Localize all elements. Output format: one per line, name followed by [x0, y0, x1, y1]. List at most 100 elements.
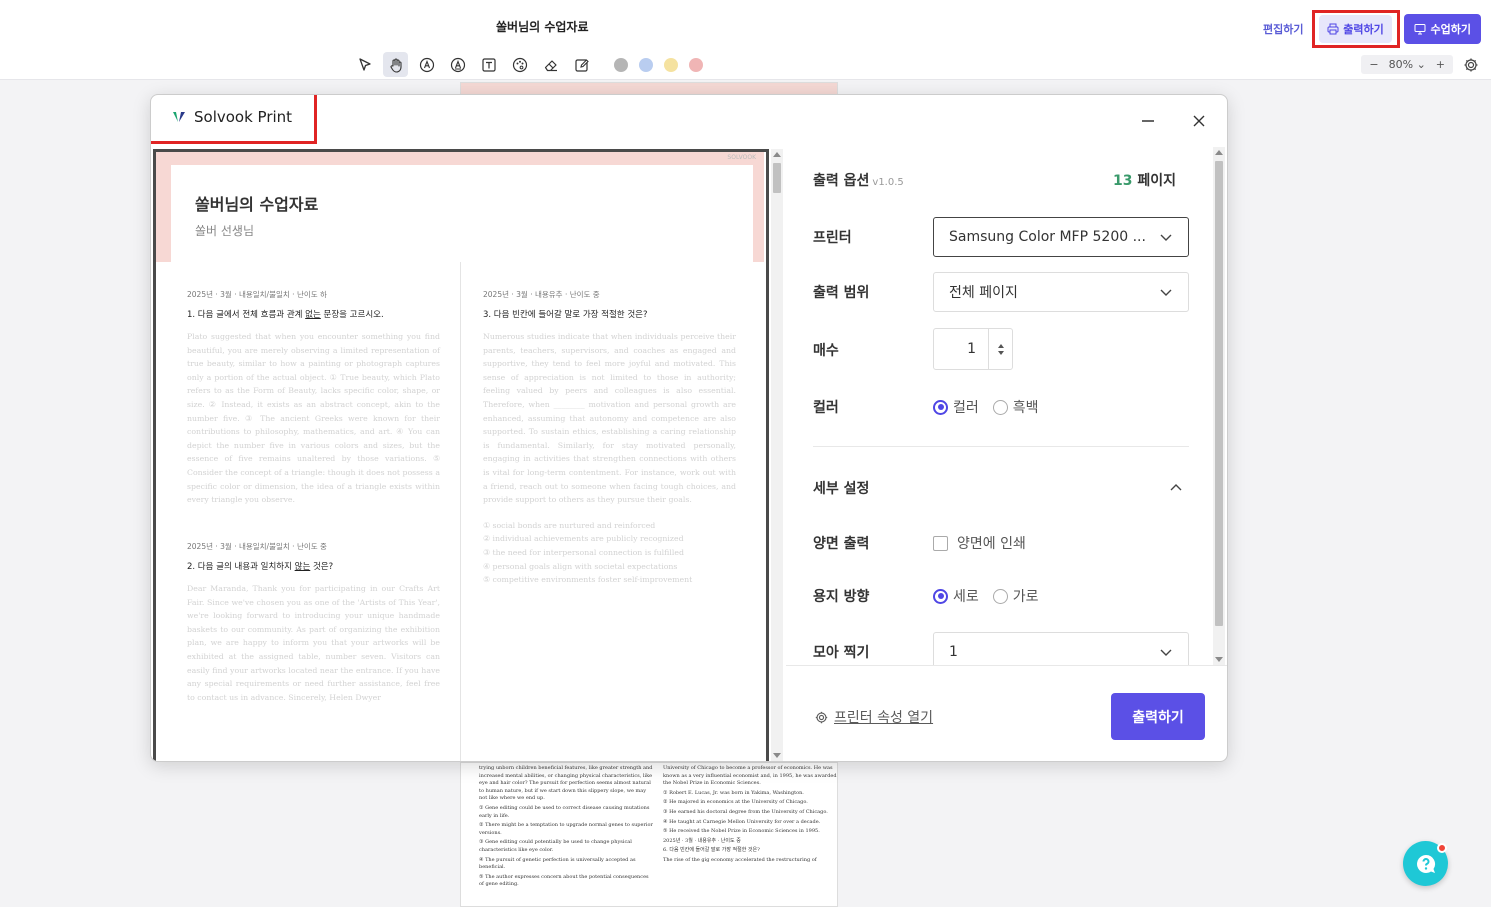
color-option-color[interactable]: 컬러 — [933, 397, 979, 417]
preview-scrollbar[interactable] — [771, 149, 783, 761]
class-button[interactable]: 수업하기 — [1403, 14, 1481, 44]
question-body: Plato suggested that when you encounter … — [187, 332, 440, 505]
version-label: v1.0.5 — [872, 177, 904, 188]
scroll-up-arrow[interactable] — [1215, 150, 1223, 155]
color-option-mono[interactable]: 흑백 — [992, 397, 1039, 417]
duplex-checkbox[interactable] — [933, 535, 948, 551]
scroll-thumb[interactable] — [1215, 161, 1223, 626]
decrement-icon[interactable] — [997, 350, 1004, 355]
question-text-part: 문장을 고르시오. — [320, 310, 384, 320]
print-preview[interactable]: SOLVOOK 쏠버님의 수업자료 쏠버 선생님 2025년 · 3월 · 내용… — [153, 149, 769, 761]
zoom-controls: − 80% ⌄ + — [1361, 55, 1479, 74]
question-2: 2025년 · 3월 · 내용일치/불일치 · 난이도 중 2. 다음 글의 내… — [187, 541, 440, 704]
swatch-gray[interactable] — [614, 57, 628, 72]
answer-option: ① social bonds are nurtured and reinforc… — [483, 520, 656, 530]
answer-option: ⑤ competitive environments foster self-i… — [483, 575, 693, 585]
footer-divider — [786, 665, 1227, 666]
radio-label: 세로 — [953, 589, 979, 605]
printer-properties-link[interactable]: 프린터 속성 열기 — [815, 707, 933, 727]
zoom-in-button[interactable]: + — [1436, 58, 1445, 71]
range-select[interactable]: 전체 페이지 — [933, 272, 1189, 312]
dialog-title: Solvook Print — [194, 107, 293, 126]
radio-checked[interactable] — [933, 399, 948, 415]
options-title: 출력 옵션 v1.0.5 — [813, 170, 904, 190]
range-value: 전체 페이지 — [949, 285, 1018, 301]
chevron-up-icon[interactable] — [1169, 481, 1183, 495]
eraser-icon[interactable] — [538, 52, 563, 77]
pen-a-icon[interactable] — [414, 52, 439, 77]
scroll-up-arrow[interactable] — [773, 152, 781, 157]
edit-link[interactable]: 편집하기 — [1263, 21, 1303, 37]
top-app-bar: 쏠버님의 수업자료 편집하기 출력하기 수업하기 − 80% ⌄ + — [0, 0, 1491, 80]
duplex-label: 양면 출력 — [813, 536, 870, 552]
orientation-radio-group: 세로 가로 — [933, 586, 1039, 606]
dialog-header: Solvook Print — [151, 95, 1227, 145]
palette-icon[interactable] — [507, 52, 532, 77]
printer-label: 프린터 — [813, 230, 852, 246]
orientation-portrait[interactable]: 세로 — [933, 586, 979, 606]
question-meta: 2025년 · 3월 · 내용일치/불일치 · 난이도 하 — [187, 290, 327, 299]
bg-line: ⑤ The author expresses concern about the… — [479, 873, 649, 888]
annotation-toolbar — [352, 52, 703, 77]
document-title: 쏠버님의 수업자료 — [496, 20, 589, 34]
gear-icon[interactable] — [1463, 57, 1479, 73]
increment-icon[interactable] — [997, 343, 1004, 348]
preview-header-band: SOLVOOK 쏠버님의 수업자료 쏠버 선생님 — [156, 152, 764, 262]
nup-label: 모아 찍기 — [813, 645, 870, 661]
zoom-out-button[interactable]: − — [1369, 58, 1378, 71]
duplex-option[interactable]: 양면에 인쇄 — [933, 533, 1026, 553]
nup-value: 1 — [949, 644, 958, 660]
page-count: 13 페이지 — [1113, 170, 1176, 190]
answer-option: ④ personal goals align with societal exp… — [483, 561, 678, 571]
swatch-pink[interactable] — [689, 57, 703, 72]
color-swatches — [614, 57, 703, 72]
minimize-button[interactable] — [1136, 109, 1160, 133]
preview-column-divider — [460, 262, 461, 761]
bg-line: ② He majored in economics at the Univers… — [663, 799, 808, 806]
radio-checked[interactable] — [933, 588, 948, 604]
minimize-icon — [1142, 120, 1154, 122]
bg-line: trying unborn children beneficial featur… — [479, 765, 653, 802]
pointer-icon[interactable] — [352, 52, 377, 77]
nup-select[interactable]: 1 — [933, 632, 1189, 665]
bg-line: 6. 다음 빈칸에 들어갈 말로 가장 적절한 것은? — [663, 847, 760, 854]
notification-dot — [1437, 843, 1447, 853]
hand-icon[interactable] — [383, 52, 408, 77]
printer-select[interactable]: Samsung Color MFP 5200 ... — [933, 217, 1189, 257]
preview-tag: SOLVOOK — [727, 154, 756, 161]
printer-icon — [1327, 23, 1339, 35]
checkbox-label: 양면에 인쇄 — [957, 536, 1026, 552]
pen-b-icon[interactable] — [445, 52, 470, 77]
bg-line: ④ He taught at Carnegie Mellon Universit… — [663, 818, 821, 825]
bg-line: University of Chicago to become a profes… — [663, 765, 837, 787]
edit-icon[interactable] — [569, 52, 594, 77]
range-label: 출력 범위 — [813, 285, 870, 301]
close-button[interactable] — [1187, 109, 1211, 133]
scroll-down-arrow[interactable] — [773, 753, 781, 758]
chevron-down-icon — [1160, 289, 1172, 296]
print-button[interactable]: 출력하기 — [1111, 693, 1205, 740]
print-top-button[interactable]: 출력하기 — [1319, 15, 1392, 43]
options-scrollbar[interactable] — [1213, 147, 1225, 665]
orientation-landscape[interactable]: 가로 — [992, 586, 1039, 606]
zoom-box: − 80% ⌄ + — [1361, 55, 1453, 74]
zoom-level[interactable]: 80% ⌄ — [1389, 58, 1426, 71]
copies-stepper[interactable]: 1 — [933, 328, 1013, 370]
print-dialog: Solvook Print SOLVOOK 쏠버님의 수업자료 쏠버 선생님 2… — [150, 94, 1228, 762]
text-icon[interactable] — [476, 52, 501, 77]
scroll-thumb[interactable] — [773, 163, 781, 193]
swatch-yellow[interactable] — [664, 57, 678, 72]
bg-line: ⑤ He received the Nobel Prize in Economi… — [663, 828, 820, 835]
preview-header-card: 쏠버님의 수업자료 쏠버 선생님 — [171, 165, 753, 262]
swatch-blue[interactable] — [639, 57, 653, 72]
question-text-part: 1. 다음 글에서 전체 흐름과 관계 — [187, 310, 306, 320]
orientation-label: 용지 방향 — [813, 589, 870, 605]
question-text-underlined: 않는 — [294, 562, 311, 572]
answer-options: ① social bonds are nurtured and reinforc… — [483, 519, 736, 587]
radio-unchecked[interactable] — [992, 588, 1008, 604]
stepper-arrows[interactable] — [988, 329, 1012, 369]
scroll-down-arrow[interactable] — [1215, 657, 1223, 662]
background-page-left-column: trying unborn children beneficial featur… — [479, 765, 654, 891]
bg-line: 2025년 · 3월 · 내용유추 · 난이도 중 — [663, 837, 741, 844]
radio-unchecked[interactable] — [992, 399, 1008, 415]
